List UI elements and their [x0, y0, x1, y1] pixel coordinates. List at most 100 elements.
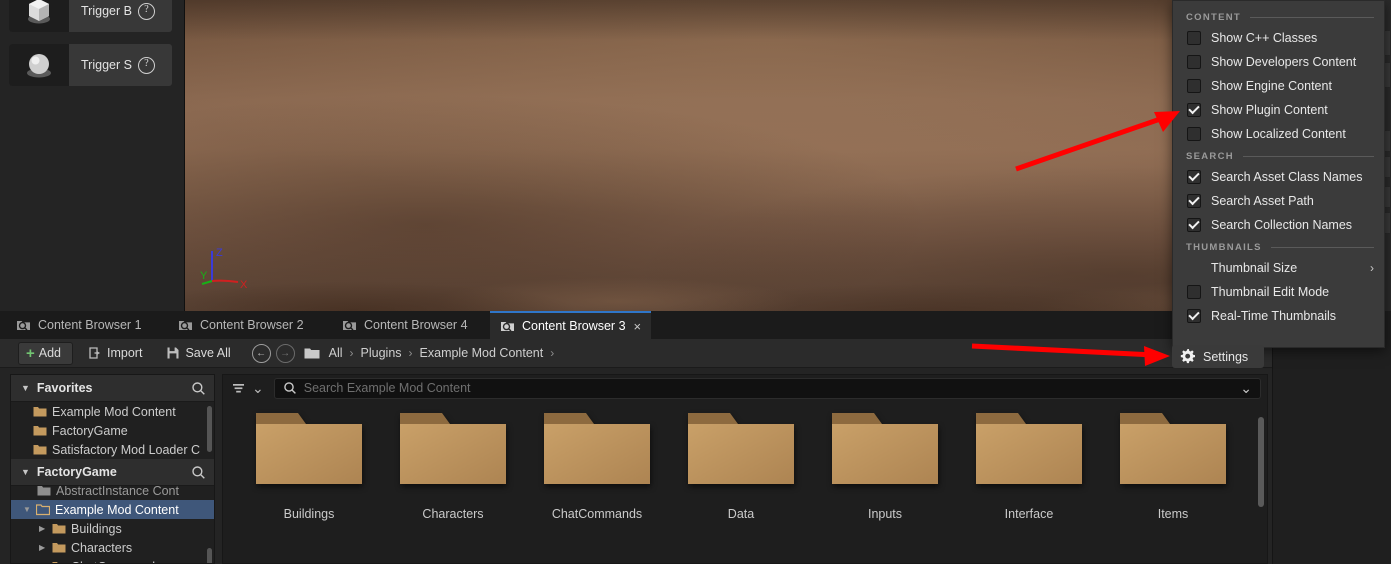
import-button[interactable]: Import [79, 342, 151, 365]
menu-item-show-developers-content[interactable]: Show Developers Content [1173, 50, 1384, 74]
asset-folder-data[interactable]: Data [669, 411, 813, 521]
factorygame-title: FactoryGame [36, 465, 117, 479]
checkbox-search-asset-class-names[interactable] [1187, 170, 1201, 184]
breadcrumb-item-plugins[interactable]: Plugins [359, 346, 404, 360]
favorite-item-example-mod-content[interactable]: Example Mod Content [11, 402, 214, 421]
menu-section-content: CONTENT [1173, 7, 1384, 26]
menu-item-search-asset-path[interactable]: Search Asset Path [1173, 189, 1384, 213]
folder-icon [33, 425, 47, 437]
checkbox-show-cpp-classes[interactable] [1187, 31, 1201, 45]
tree-item-abstractinstance-cont[interactable]: AbstractInstance Cont [11, 486, 214, 500]
checkbox-thumbnail-edit-mode[interactable] [1187, 285, 1201, 299]
search-icon[interactable] [191, 381, 206, 396]
forward-button[interactable]: → [275, 343, 295, 363]
asset-folder-label: Items [1157, 507, 1189, 521]
checkbox-show-engine-content[interactable] [1187, 79, 1201, 93]
asset-folder-chatcommands[interactable]: ChatCommands [525, 411, 669, 521]
tab-content-browser-3[interactable]: Content Browser 3 × [490, 311, 652, 339]
favorites-title: Favorites [36, 381, 93, 395]
asset-folder-interface[interactable]: Interface [957, 411, 1101, 521]
asset-folder-characters[interactable]: Characters [381, 411, 525, 521]
settings-button-label: Settings [1203, 349, 1249, 364]
chevron-down-icon[interactable]: ▼ [23, 505, 36, 514]
import-icon [88, 346, 102, 360]
asset-folder-inputs[interactable]: Inputs [813, 411, 957, 521]
checkbox-search-asset-path[interactable] [1187, 194, 1201, 208]
asset-folder-buildings[interactable]: Buildings [237, 411, 381, 521]
asset-view-scrollbar[interactable] [1258, 417, 1264, 507]
menu-item-show-cpp-classes[interactable]: Show C++ Classes [1173, 26, 1384, 50]
outliner-item-label: Trigger S [81, 58, 132, 72]
search-history-caret-icon[interactable]: ⌄ [1240, 381, 1252, 395]
filter-icon[interactable] [231, 381, 247, 395]
search-input[interactable]: Search Example Mod Content ⌄ [273, 377, 1261, 399]
tree-item-example-mod-content[interactable]: ▼ Example Mod Content [11, 500, 214, 519]
tab-content-browser-1[interactable]: Content Browser 1 [6, 311, 152, 339]
menu-item-show-engine-content[interactable]: Show Engine Content [1173, 74, 1384, 98]
folder-icon [304, 347, 320, 360]
chevron-right-icon: › [1370, 261, 1374, 275]
factorygame-header[interactable]: ▼ FactoryGame [11, 459, 214, 486]
favorites-header[interactable]: ▼ Favorites [11, 375, 214, 402]
folder-open-icon [36, 503, 50, 516]
folder-icon [832, 413, 938, 484]
import-button-label: Import [107, 346, 143, 360]
menu-item-thumbnail-size[interactable]: Thumbnail Size › [1173, 256, 1384, 280]
search-icon[interactable] [191, 465, 206, 480]
tab-content-browser-4[interactable]: Content Browser 4 [332, 311, 478, 339]
save-all-button[interactable]: Save All [157, 342, 239, 365]
close-icon[interactable]: × [634, 319, 642, 334]
folder-icon [1120, 413, 1226, 484]
favorites-scrollbar[interactable] [207, 406, 212, 452]
tree-item-chatcommands[interactable]: ChatCommands [11, 557, 214, 564]
outliner-item-trigger-b[interactable]: Trigger B ? [9, 0, 172, 32]
menu-item-search-asset-class-names[interactable]: Search Asset Class Names [1173, 165, 1384, 189]
checkbox-show-developers-content[interactable] [1187, 55, 1201, 69]
breadcrumb-item-example-mod-content[interactable]: Example Mod Content [418, 346, 546, 360]
asset-filter-bar: ⌄ Search Example Mod Content ⌄ [223, 375, 1267, 401]
tree-item-characters[interactable]: ▶ Characters [11, 538, 214, 557]
filter-caret-icon[interactable]: ⌄ [252, 381, 264, 395]
folder-icon [33, 444, 47, 456]
gear-icon [1180, 349, 1195, 364]
checkbox-show-localized-content[interactable] [1187, 127, 1201, 141]
menu-section-label: CONTENT [1186, 12, 1242, 23]
add-button[interactable]: + Add [18, 341, 74, 365]
favorite-item-satisfactory-mod-loader[interactable]: Satisfactory Mod Loader C [11, 440, 214, 459]
favorite-item-factorygame[interactable]: FactoryGame [11, 421, 214, 440]
checkbox-show-plugin-content[interactable] [1187, 103, 1201, 117]
save-icon [166, 346, 180, 360]
menu-item-label: Show Developers Content [1211, 55, 1357, 69]
content-browser-settings-menu[interactable]: CONTENT Show C++ Classes Show Developers… [1172, 0, 1385, 348]
menu-section-divider [1270, 247, 1374, 248]
menu-item-label: Show Plugin Content [1211, 103, 1328, 117]
menu-item-search-collection-names[interactable]: Search Collection Names [1173, 213, 1384, 237]
help-icon[interactable]: ? [137, 2, 155, 20]
menu-item-real-time-thumbnails[interactable]: Real-Time Thumbnails [1173, 304, 1384, 328]
chevron-right-icon[interactable]: ▶ [39, 524, 52, 533]
chevron-right-icon[interactable]: ▶ [39, 543, 52, 552]
menu-item-show-plugin-content[interactable]: Show Plugin Content [1173, 98, 1384, 122]
asset-folder-label: Inputs [867, 507, 903, 521]
tab-content-browser-2[interactable]: Content Browser 2 [168, 311, 314, 339]
factorygame-scrollbar[interactable] [207, 548, 212, 563]
menu-item-show-localized-content[interactable]: Show Localized Content [1173, 122, 1384, 146]
folder-icon [256, 413, 362, 484]
checkbox-search-collection-names[interactable] [1187, 218, 1201, 232]
content-browser-icon [342, 318, 357, 332]
menu-item-label: Search Asset Path [1211, 194, 1314, 208]
help-icon[interactable]: ? [137, 56, 155, 74]
checkbox-real-time-thumbnails[interactable] [1187, 309, 1201, 323]
outliner-item-trigger-s[interactable]: Trigger S ? [9, 44, 172, 86]
breadcrumb-item-all[interactable]: All [327, 346, 345, 360]
menu-item-thumbnail-edit-mode[interactable]: Thumbnail Edit Mode [1173, 280, 1384, 304]
menu-item-label: Search Collection Names [1211, 218, 1353, 232]
menu-item-label: Real-Time Thumbnails [1211, 309, 1337, 323]
tree-item-label: AbstractInstance Cont [56, 486, 179, 498]
back-button[interactable]: ← [251, 343, 271, 363]
tree-item-buildings[interactable]: ▶ Buildings [11, 519, 214, 538]
add-button-label: Add [38, 346, 62, 360]
asset-folder-items[interactable]: Items [1101, 411, 1245, 521]
tree-item-label: ChatCommands [71, 560, 161, 564]
settings-button[interactable]: Settings [1172, 345, 1264, 368]
